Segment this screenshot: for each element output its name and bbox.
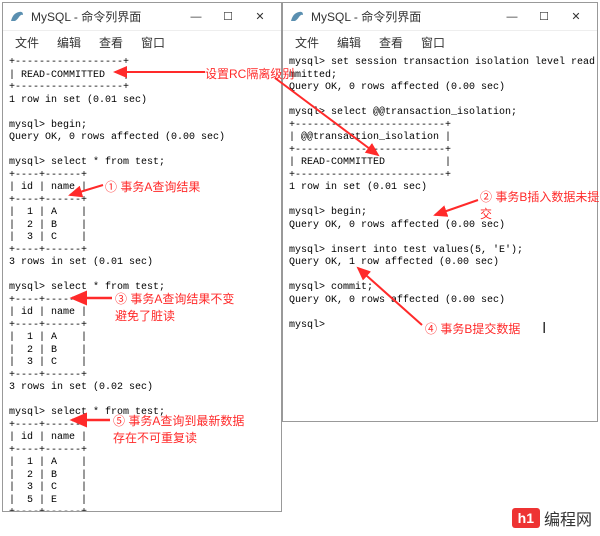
menu-view[interactable]: 查看 [91,32,131,53]
window-title-b: MySQL - 命令列界面 [311,8,497,25]
watermark-text: 编程网 [544,506,592,530]
menu-edit[interactable]: 编辑 [329,32,369,53]
menubar-b: 文件 编辑 查看 窗口 [283,31,597,53]
menubar-a: 文件 编辑 查看 窗口 [3,31,281,53]
menu-file[interactable]: 文件 [287,32,327,53]
menu-edit[interactable]: 编辑 [49,32,89,53]
minimize-button[interactable]: — [497,7,527,27]
terminal-b[interactable]: mysql> set session transaction isolation… [283,53,597,421]
titlebar-a: MySQL - 命令列界面 — ☐ ✕ [3,3,281,31]
window-title-a: MySQL - 命令列界面 [31,8,181,25]
mysql-window-b: MySQL - 命令列界面 — ☐ ✕ 文件 编辑 查看 窗口 mysql> s… [282,2,598,422]
close-button[interactable]: ✕ [561,7,591,27]
text-cursor-icon: I [542,320,546,338]
minimize-button[interactable]: — [181,7,211,27]
mysql-icon [289,9,305,25]
watermark: h1 编程网 [512,506,592,530]
titlebar-b: MySQL - 命令列界面 — ☐ ✕ [283,3,597,31]
menu-window[interactable]: 窗口 [133,32,173,53]
close-button[interactable]: ✕ [245,7,275,27]
menu-window[interactable]: 窗口 [413,32,453,53]
terminal-a[interactable]: +------------------+ | READ-COMMITTED | … [3,53,281,511]
mysql-icon [9,9,25,25]
window-buttons-a: — ☐ ✕ [181,7,275,27]
maximize-button[interactable]: ☐ [529,7,559,27]
window-buttons-b: — ☐ ✕ [497,7,591,27]
menu-file[interactable]: 文件 [7,32,47,53]
mysql-window-a: MySQL - 命令列界面 — ☐ ✕ 文件 编辑 查看 窗口 +-------… [2,2,282,512]
maximize-button[interactable]: ☐ [213,7,243,27]
watermark-badge: h1 [512,508,540,528]
menu-view[interactable]: 查看 [371,32,411,53]
